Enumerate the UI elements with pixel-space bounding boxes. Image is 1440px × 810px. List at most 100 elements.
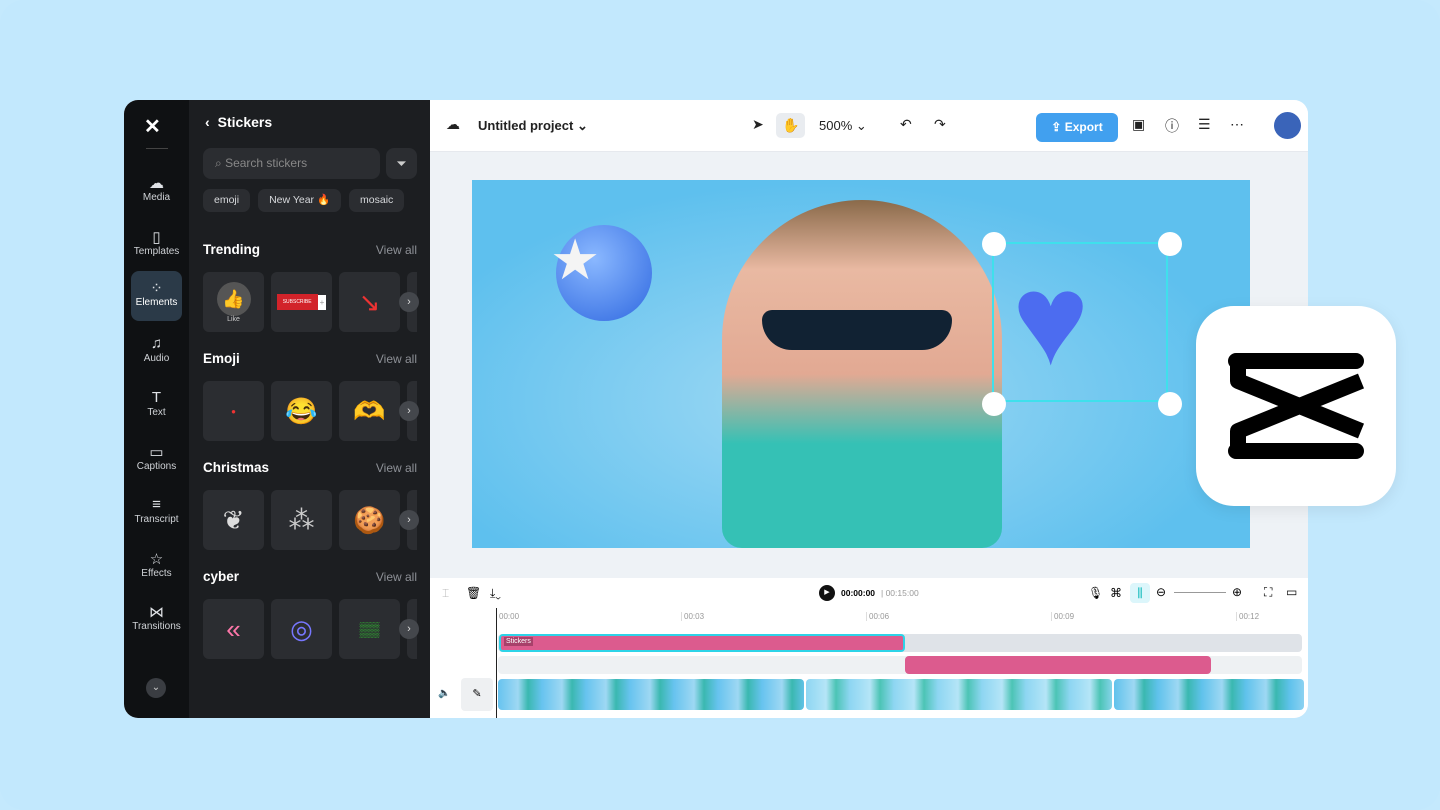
volume-icon[interactable]: 🔈: [438, 688, 450, 699]
tick: 00:03: [681, 612, 704, 621]
delete-icon[interactable]: 🗑: [466, 586, 481, 600]
sidebar-item-text[interactable]: T Text: [131, 381, 182, 431]
layers-icon[interactable]: ☰: [1198, 116, 1211, 133]
capcut-logo-badge: [1196, 306, 1396, 506]
video-canvas[interactable]: ★ ♥: [472, 180, 1250, 548]
chip-emoji[interactable]: emoji: [203, 189, 251, 212]
capcut-logo-icon: [1228, 353, 1365, 459]
sticker-like[interactable]: 👍 Like: [203, 272, 264, 332]
zoom-dropdown[interactable]: 500% ⌄: [819, 118, 867, 134]
label: Transitions: [132, 621, 181, 632]
label: Elements: [135, 297, 178, 308]
sidebar-item-transcript[interactable]: ≡ Transcript: [131, 488, 182, 538]
video-clip[interactable]: [498, 679, 804, 710]
tick: 00:09: [1051, 612, 1074, 621]
magnet-icon[interactable]: ⌘: [1110, 586, 1122, 600]
music-icon: ♫: [150, 335, 163, 352]
star-icon: ★: [550, 228, 601, 291]
chip-mosaic[interactable]: mosaic: [349, 189, 405, 212]
selected-heart-sticker[interactable]: ♥: [982, 232, 1182, 416]
video-clip[interactable]: [806, 679, 1112, 710]
templates-icon: ▯: [152, 229, 161, 246]
hand-tool-icon[interactable]: ✋: [776, 113, 806, 138]
sidebar-item-captions[interactable]: ▭ Captions: [131, 435, 182, 485]
view-all-link[interactable]: View all: [376, 461, 417, 475]
back-icon[interactable]: ‹: [205, 114, 210, 130]
next-arrow-button[interactable]: ›: [399, 401, 419, 421]
star-sticker[interactable]: ★: [550, 225, 652, 321]
resize-handle[interactable]: [982, 232, 1006, 256]
video-clip[interactable]: [1114, 679, 1304, 710]
heart-icon: ♥: [1012, 246, 1090, 392]
sticker-arrow[interactable]: ↘: [339, 272, 400, 332]
select-tool-icon[interactable]: ➤: [752, 116, 764, 133]
next-arrow-button[interactable]: ›: [399, 510, 419, 530]
undo-icon[interactable]: ↶: [900, 116, 912, 133]
view-all-link[interactable]: View all: [376, 570, 417, 584]
playhead[interactable]: [496, 608, 497, 718]
like-label: Like: [227, 315, 240, 323]
scroll-down-button[interactable]: ⌄: [146, 678, 166, 698]
zoom-out-icon[interactable]: ⊖: [1156, 585, 1166, 599]
sticker-tree[interactable]: ⁂: [271, 490, 332, 550]
resize-handle[interactable]: [1158, 392, 1182, 416]
split-icon[interactable]: ⌶: [442, 586, 449, 601]
sticker-clip[interactable]: Stickers: [499, 634, 905, 652]
label: Text: [147, 407, 166, 418]
panel-title: ‹ Stickers: [205, 114, 272, 130]
microphone-icon[interactable]: 🎙: [1088, 586, 1103, 600]
sticker-orb[interactable]: ◎: [271, 599, 332, 659]
redo-icon[interactable]: ↷: [934, 116, 946, 133]
monitor-icon[interactable]: ▭: [1286, 585, 1297, 599]
sticker-glitch[interactable]: ▒▒: [339, 599, 400, 659]
sticker-heart-hands[interactable]: 🫶: [339, 381, 400, 441]
fullscreen-icon[interactable]: ⛶: [1264, 585, 1272, 600]
project-name[interactable]: Untitled project ⌄: [478, 118, 588, 134]
sticker-chevrons[interactable]: «: [203, 599, 264, 659]
resize-handle[interactable]: [1158, 232, 1182, 256]
sidebar-item-effects[interactable]: ☆ Effects: [131, 542, 182, 592]
zoom-in-icon[interactable]: ⊕: [1232, 585, 1242, 599]
filter-button[interactable]: ⏷: [386, 148, 417, 179]
tick: 00:00: [496, 612, 519, 621]
chip-new-year[interactable]: New Year 🔥: [258, 189, 342, 212]
divider: [146, 148, 168, 149]
capcut-logo-icon: ✕: [144, 116, 161, 138]
sticker-wing[interactable]: ❦: [203, 490, 264, 550]
export-label: Export: [1064, 120, 1103, 134]
transitions-icon: ⋈: [149, 604, 164, 621]
next-arrow-button[interactable]: ›: [399, 619, 419, 639]
sticker-subscribe[interactable]: SUBSCRIBE +: [271, 272, 332, 332]
next-arrow-button[interactable]: ›: [399, 292, 419, 312]
sidebar: ✕ ☁ Media ▯ Templates ⁘ Elements ♫ Audio T Te…: [124, 100, 189, 718]
label: Templates: [133, 246, 180, 257]
search-input[interactable]: ⌕ Search stickers: [203, 148, 380, 179]
project-title: Untitled project: [478, 118, 574, 133]
resize-handle[interactable]: [982, 392, 1006, 416]
avatar[interactable]: [1274, 112, 1301, 139]
view-all-link[interactable]: View all: [376, 352, 417, 366]
sticker-gingerbread[interactable]: 🍪: [339, 490, 400, 550]
snap-toggle[interactable]: ⫼: [1130, 583, 1150, 603]
export-button[interactable]: ⇪ Export: [1036, 113, 1118, 142]
sidebar-item-media[interactable]: ☁ Media: [131, 166, 182, 216]
help-icon[interactable]: ⓘ: [1165, 116, 1179, 136]
shield-icon[interactable]: ▣: [1132, 116, 1145, 133]
sidebar-item-templates[interactable]: ▯ Templates: [131, 220, 182, 270]
sticker-laugh-emoji[interactable]: 😂: [271, 381, 332, 441]
time-ruler: 00:00 00:03 00:06 00:09 00:12: [496, 612, 1308, 626]
sidebar-item-audio[interactable]: ♫ Audio: [131, 327, 182, 377]
view-all-link[interactable]: View all: [376, 243, 417, 257]
sticker[interactable]: ●: [203, 381, 264, 441]
sidebar-item-elements[interactable]: ⁘ Elements: [131, 271, 182, 321]
edit-cover-button[interactable]: ✎: [461, 678, 493, 711]
more-icon[interactable]: ⋯: [1230, 116, 1244, 133]
zoom-slider[interactable]: [1174, 592, 1226, 593]
sidebar-item-transitions[interactable]: ⋈ Transitions: [131, 595, 182, 645]
thumbs-up-icon: 👍: [216, 281, 251, 316]
heart-clip[interactable]: [905, 656, 1211, 674]
download-icon[interactable]: ⤓⌄: [490, 586, 501, 601]
play-button[interactable]: ▶: [819, 585, 835, 601]
cloud-icon[interactable]: ☁: [446, 116, 460, 133]
text-icon: T: [151, 389, 162, 406]
